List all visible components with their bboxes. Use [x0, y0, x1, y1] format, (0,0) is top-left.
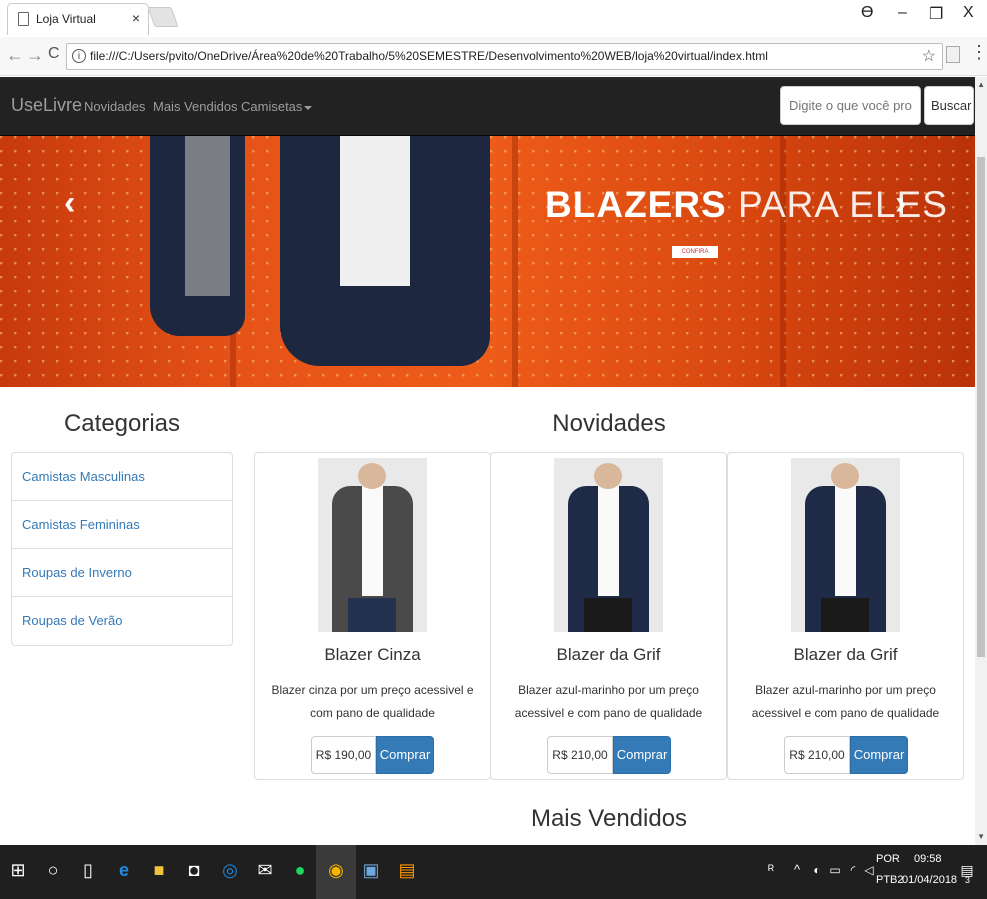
- product-name: Blazer da Grif: [793, 645, 898, 664]
- categories-list: Camistas Masculinas Camistas Femininas R…: [11, 452, 233, 646]
- product-price: R$ 190,00: [311, 736, 376, 774]
- product-name: Blazer da Grif: [556, 645, 661, 664]
- page-viewport: UseLivre Novidades Mais Vendidos Camiset…: [0, 77, 987, 845]
- edge-icon[interactable]: e: [113, 859, 135, 881]
- keyboard-layout-label[interactable]: PTB2: [876, 874, 904, 886]
- mail-icon[interactable]: ✉: [254, 859, 276, 881]
- extension-icon[interactable]: [946, 46, 960, 63]
- forward-icon[interactable]: →: [26, 45, 44, 66]
- carousel-prev-icon[interactable]: ‹: [64, 184, 75, 223]
- url-text[interactable]: file:///C:/Users/pvito/OneDrive/Área%20d…: [90, 49, 768, 63]
- category-item[interactable]: Roupas de Verão: [12, 597, 232, 645]
- product-price: R$ 210,00: [784, 736, 850, 774]
- chrome-icon[interactable]: ◉: [325, 859, 347, 881]
- buy-button[interactable]: Comprar: [376, 736, 434, 774]
- page-icon: [18, 12, 29, 26]
- page-scrollbar[interactable]: ▲ ▼: [975, 77, 987, 845]
- notification-count: 3: [965, 875, 971, 885]
- carousel-tag[interactable]: CONFIRA: [672, 246, 718, 258]
- browser-menu-icon[interactable]: ⋮: [970, 42, 987, 63]
- scroll-down-icon[interactable]: ▼: [977, 832, 985, 841]
- carousel-headline: BLAZERS PARA ELES: [545, 184, 948, 225]
- product-image[interactable]: [318, 458, 427, 632]
- product-card: Blazer da Grif Blazer azul-marinho por u…: [727, 452, 964, 780]
- spotify-icon[interactable]: ●: [289, 859, 311, 881]
- site-brand[interactable]: UseLivre: [11, 95, 82, 116]
- product-card: Blazer Cinza Blazer cinza por um preço a…: [254, 452, 491, 780]
- browser-tab[interactable]: Loja Virtual ×: [7, 3, 149, 35]
- product-name: Blazer Cinza: [324, 645, 421, 664]
- scroll-up-icon[interactable]: ▲: [977, 80, 985, 89]
- close-window-button[interactable]: X: [963, 4, 974, 22]
- tray-chevron-icon[interactable]: ^: [786, 859, 808, 881]
- product-price: R$ 210,00: [547, 736, 613, 774]
- scrollbar-thumb[interactable]: [977, 157, 985, 657]
- sublime-icon[interactable]: ▤: [396, 859, 418, 881]
- browser-tab-bar: Loja Virtual × Ɵ – ❐ X: [0, 0, 987, 37]
- bookmark-star-icon[interactable]: ☆: [922, 46, 936, 66]
- nav-dropdown-label: Camisetas: [241, 99, 303, 114]
- buy-button[interactable]: Comprar: [850, 736, 908, 774]
- clock-time[interactable]: 09:58: [914, 853, 942, 865]
- model-shirt: [340, 136, 410, 286]
- product-description: Blazer azul-marinho por um preço acessiv…: [514, 683, 703, 720]
- category-item[interactable]: Camistas Masculinas: [12, 453, 232, 501]
- mais-vendidos-title: Mais Vendidos: [530, 805, 688, 832]
- buy-button[interactable]: Comprar: [613, 736, 671, 774]
- people-icon[interactable]: ᴿ: [760, 859, 782, 881]
- file-explorer-icon[interactable]: ■: [148, 859, 170, 881]
- category-item[interactable]: Roupas de Inverno: [12, 549, 232, 597]
- minimize-button[interactable]: –: [898, 4, 907, 22]
- site-navbar: UseLivre Novidades Mais Vendidos Camiset…: [0, 77, 975, 136]
- caret-down-icon: [304, 105, 313, 110]
- cortana-icon[interactable]: ○: [42, 859, 64, 881]
- windows-start-icon[interactable]: ⊞: [7, 859, 29, 881]
- tab-close-icon[interactable]: ×: [132, 10, 140, 26]
- nav-dropdown-camisetas[interactable]: Camisetas: [241, 99, 313, 114]
- reload-icon[interactable]: C: [48, 45, 60, 63]
- app-icon[interactable]: ▣: [360, 859, 382, 881]
- product-card: Blazer da Grif Blazer azul-marinho por u…: [490, 452, 727, 780]
- carousel-next-icon[interactable]: ›: [895, 184, 906, 223]
- url-field[interactable]: i file:///C:/Users/pvito/OneDrive/Área%2…: [66, 43, 943, 70]
- store-icon[interactable]: ◘: [183, 859, 205, 881]
- nav-link-mais-vendidos[interactable]: Mais Vendidos: [153, 99, 238, 114]
- clock-date[interactable]: 01/04/2018: [902, 874, 957, 886]
- nav-link-novidades[interactable]: Novidades: [84, 99, 145, 114]
- product-description: Blazer azul-marinho por um preço acessiv…: [751, 683, 940, 720]
- search-button[interactable]: Buscar: [924, 86, 974, 125]
- product-description: Blazer cinza por um preço acessivel e co…: [271, 683, 474, 720]
- novidades-title: Novidades: [552, 410, 666, 437]
- maximize-button[interactable]: ❐: [929, 4, 943, 24]
- info-icon[interactable]: i: [72, 49, 86, 63]
- model-shirt: [185, 136, 230, 296]
- product-image[interactable]: [554, 458, 663, 632]
- new-tab-button[interactable]: [147, 7, 179, 27]
- task-view-icon[interactable]: ▯: [77, 859, 99, 881]
- category-item[interactable]: Camistas Femininas: [12, 501, 232, 549]
- back-icon[interactable]: ←: [6, 45, 24, 66]
- profile-icon[interactable]: Ɵ: [861, 4, 873, 22]
- hero-carousel: BLAZERS PARA ELES CONFIRA ‹ ›: [0, 136, 975, 387]
- address-bar: ← → C i file:///C:/Users/pvito/OneDrive/…: [0, 37, 987, 76]
- safari-icon[interactable]: ◎: [219, 859, 241, 881]
- categories-title: Categorias: [63, 410, 181, 437]
- product-image[interactable]: [791, 458, 900, 632]
- search-input[interactable]: [780, 86, 921, 125]
- windows-taskbar: ⊞ ○ ▯ e ■ ◘ ◎ ✉ ● ◉ ▣ ▤ ᴿ ^ ◐ ▭ ◜ ◁ POR …: [0, 845, 987, 899]
- tab-title: Loja Virtual: [36, 12, 96, 26]
- language-label[interactable]: POR: [876, 853, 900, 865]
